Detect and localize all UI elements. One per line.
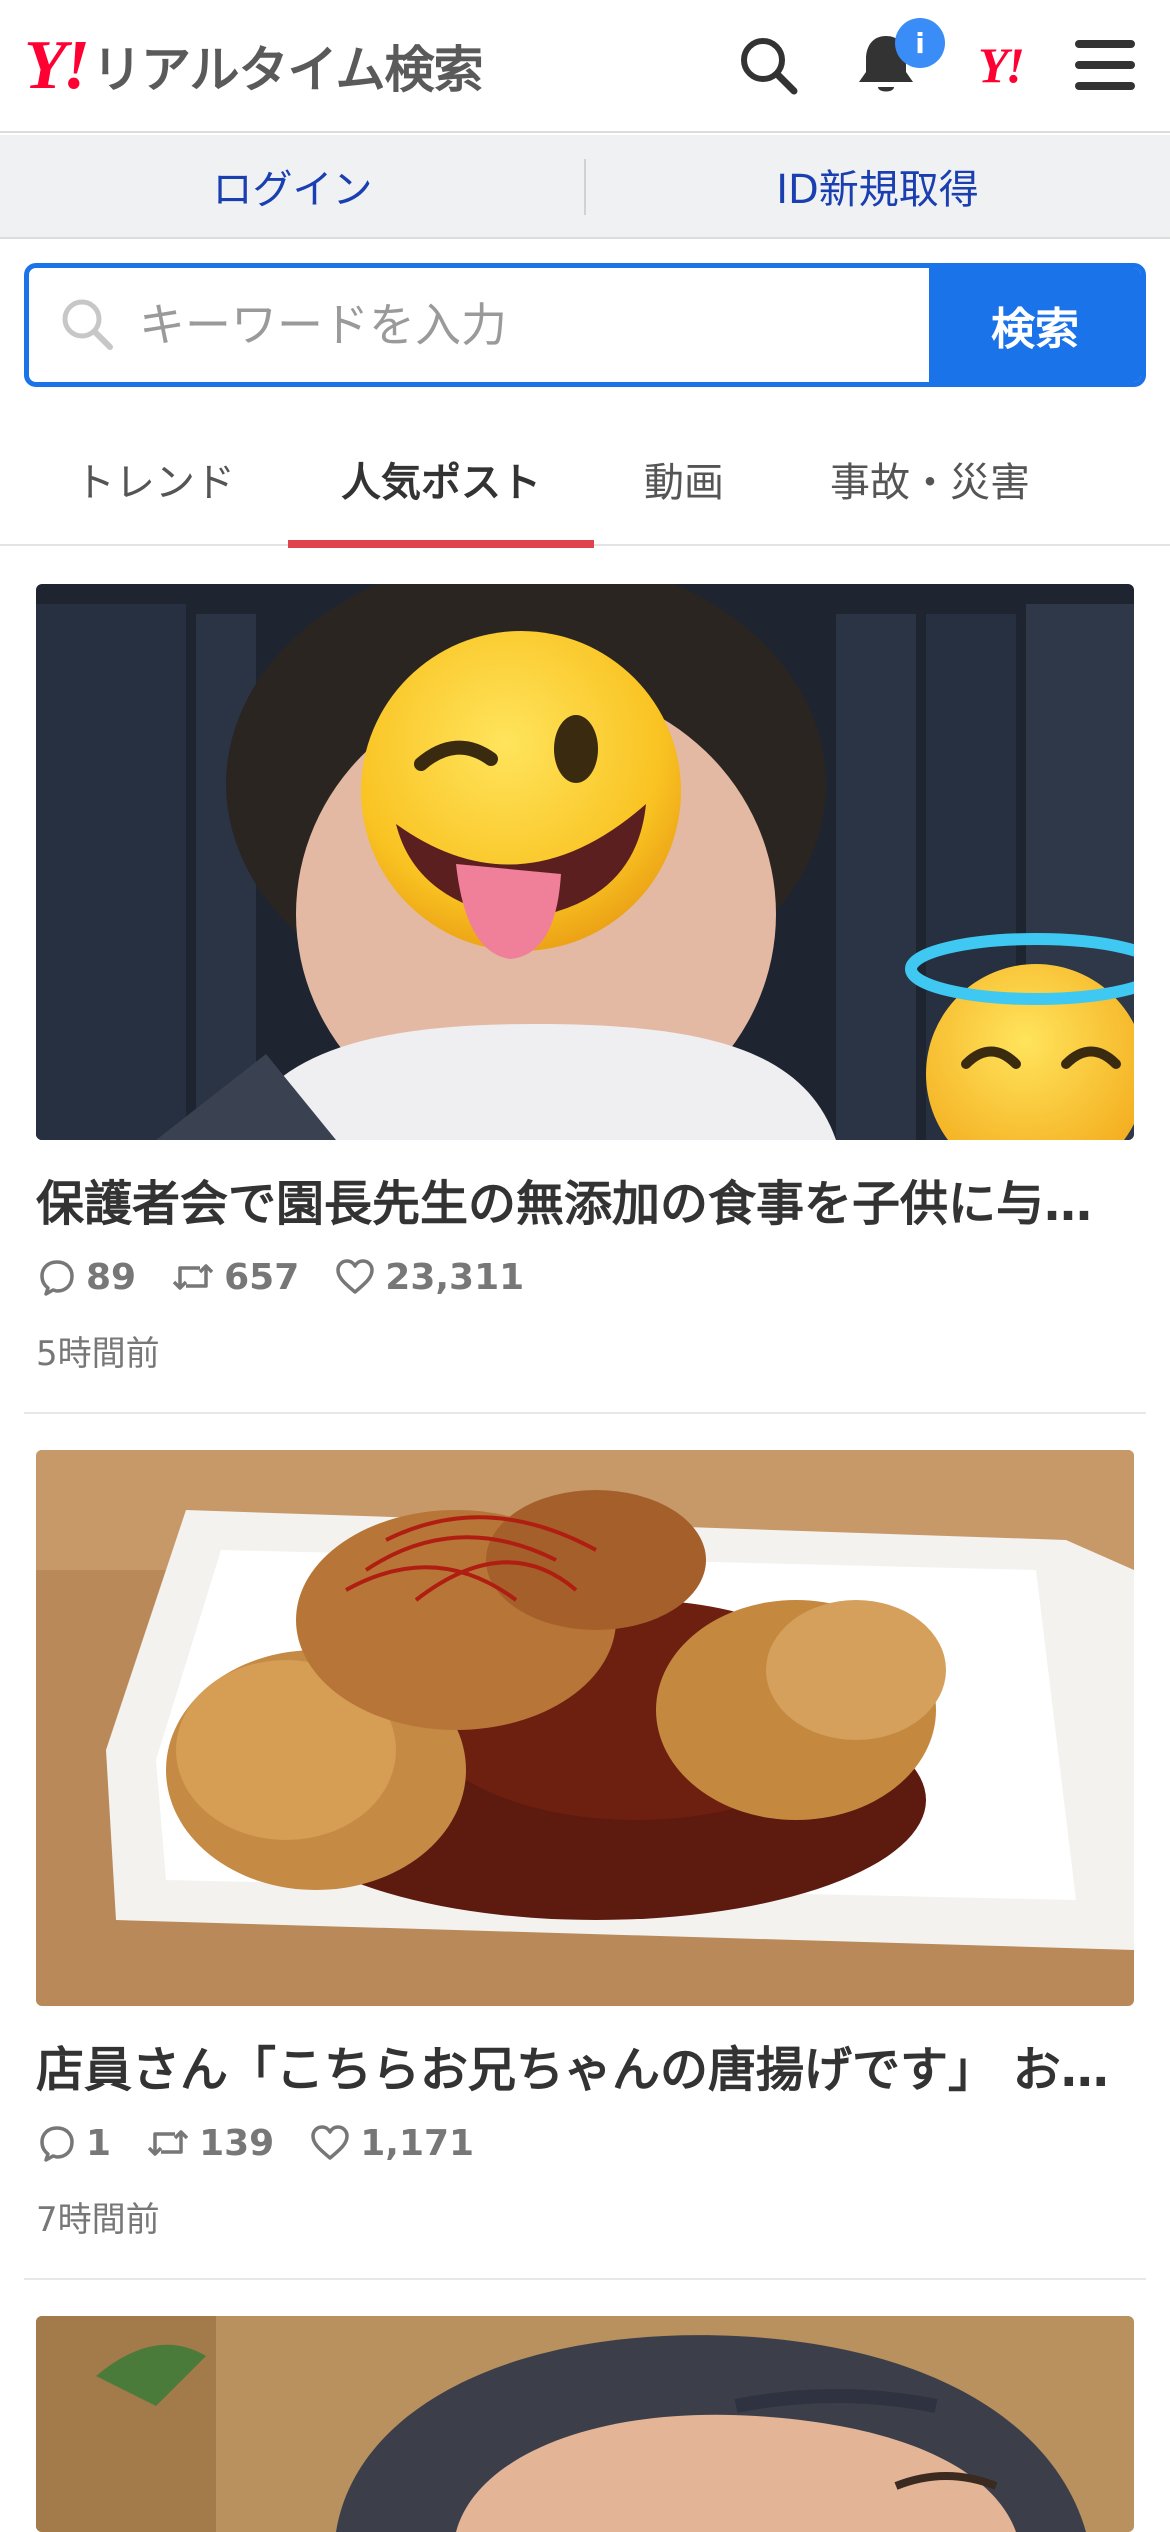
search-field[interactable] [29, 268, 939, 382]
search-input[interactable] [139, 268, 939, 382]
like-count: 23,311 [385, 1256, 525, 1298]
register-link[interactable]: ID新規取得 [585, 157, 1170, 215]
repost-stat: 657 [172, 1257, 299, 1298]
account-bar: ログイン ID新規取得 [0, 135, 1170, 239]
post-time: 7時間前 [36, 2200, 160, 2240]
like-icon [311, 2125, 349, 2160]
repost-icon [172, 1264, 214, 1290]
post-title[interactable]: 店員さん「こちらお兄ちゃんの唐揚げです」 お子様用 [36, 2030, 1126, 2100]
login-link[interactable]: ログイン [0, 157, 585, 215]
card-divider [24, 1412, 1146, 1414]
post-image[interactable] [36, 584, 1134, 1140]
post-title[interactable]: 保護者会で園長先生の無添加の食事を子供に与えてください [36, 1164, 1126, 1234]
post-image[interactable] [36, 1450, 1134, 2006]
search-box: 検索 [24, 263, 1146, 387]
repost-count: 139 [199, 2122, 275, 2164]
tab-video[interactable]: 動画 [610, 412, 758, 546]
search-field-icon [59, 296, 115, 356]
reply-icon [40, 1260, 74, 1296]
search-icon[interactable] [733, 30, 803, 100]
like-stat: 23,311 [335, 1257, 524, 1298]
post-stats: 89 657 23,311 [38, 1252, 560, 1302]
reply-count: 1 [86, 2122, 112, 2164]
tab-accident-disaster[interactable]: 事故・災害 [780, 412, 1080, 546]
notification-badge: i [895, 18, 945, 68]
post-stats: 1 139 1,171 [38, 2118, 510, 2168]
logo-text: リアルタイム検索 [92, 41, 483, 99]
repost-count: 657 [224, 1256, 300, 1298]
yahoo-japan-icon[interactable]: Y! [965, 30, 1035, 100]
repost-stat: 139 [147, 2123, 274, 2164]
tab-trend[interactable]: トレンド [40, 412, 270, 546]
repost-icon [147, 2130, 189, 2156]
tab-popular-posts[interactable]: 人気ポスト [288, 412, 594, 548]
reply-count: 89 [86, 1256, 137, 1298]
post-image[interactable] [36, 2316, 1134, 2532]
reply-stat: 1 [38, 2123, 111, 2164]
post-time: 5時間前 [36, 1334, 160, 1374]
like-icon [336, 1259, 375, 1294]
like-count: 1,171 [360, 2122, 475, 2164]
account-divider [584, 159, 586, 215]
logo-mark: Y! [24, 27, 90, 104]
app-header: Y! リアルタイム検索 i Y! [0, 0, 1170, 133]
card-divider [24, 2278, 1146, 2280]
like-stat: 1,171 [310, 2123, 474, 2164]
reply-icon [40, 2126, 74, 2162]
reply-stat: 89 [38, 1257, 136, 1298]
yahoo-realtime-logo[interactable]: Y! リアルタイム検索 [24, 28, 483, 104]
search-button[interactable]: 検索 [929, 268, 1141, 382]
tab-bar: トレンド 人気ポスト 動画 事故・災害 [0, 412, 1170, 548]
yj-mark: Y! [978, 37, 1025, 93]
menu-icon[interactable] [1070, 30, 1140, 100]
